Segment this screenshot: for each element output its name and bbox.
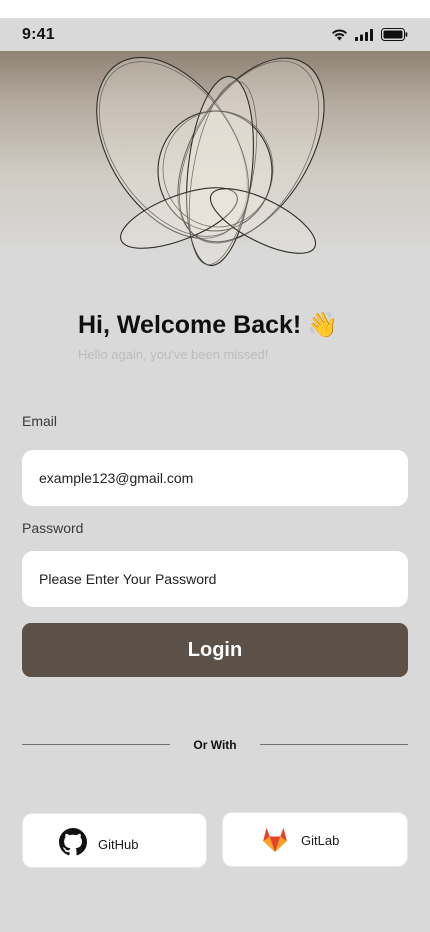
divider-text: Or With — [193, 738, 237, 752]
top-spacer — [0, 0, 430, 18]
wifi-icon — [332, 29, 347, 41]
github-login-button[interactable]: GitHub — [22, 813, 207, 868]
login-screen: Hi, Welcome Back! 👋 Hello again, you've … — [0, 51, 430, 932]
github-label: GitHub — [98, 837, 139, 852]
hero-illustration — [0, 51, 430, 291]
gitlab-login-button[interactable]: GitLab — [222, 812, 408, 867]
abstract-loops-graphic — [96, 57, 325, 267]
waving-hand-emoji: 👋 — [307, 311, 339, 339]
signal-icon — [355, 28, 373, 41]
welcome-subtitle: Hello again, you've been missed! — [78, 347, 269, 362]
gitlab-label: GitLab — [301, 833, 340, 848]
battery-icon — [381, 28, 408, 41]
email-input[interactable] — [22, 450, 408, 506]
welcome-title: Hi, Welcome Back! 👋 — [78, 311, 338, 340]
status-time: 9:41 — [22, 25, 55, 43]
status-icons — [331, 28, 408, 41]
gitlab-icon — [263, 828, 287, 852]
welcome-title-text: Hi, Welcome Back! — [78, 311, 302, 339]
password-input[interactable] — [22, 551, 408, 607]
password-label: Password — [22, 520, 84, 536]
github-icon — [59, 828, 87, 856]
email-label: Email — [22, 413, 58, 429]
status-bar: 9:41 — [0, 18, 430, 51]
divider-line-right — [260, 744, 408, 745]
login-button[interactable]: Login — [22, 623, 408, 677]
divider-line-left — [22, 744, 170, 745]
